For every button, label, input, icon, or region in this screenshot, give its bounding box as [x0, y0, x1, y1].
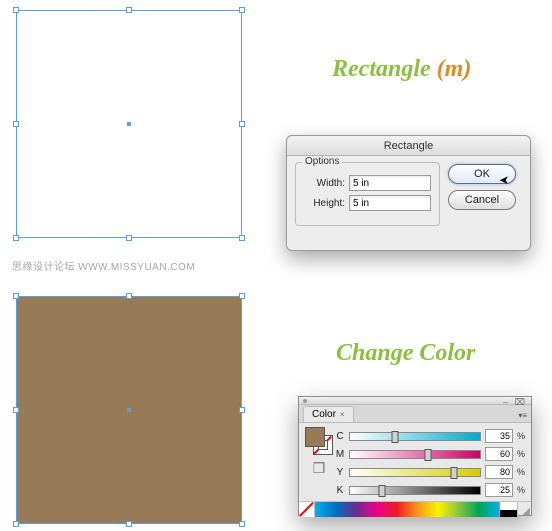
slider-m-track[interactable] — [349, 450, 481, 459]
slider-c-label: C — [335, 431, 345, 442]
resize-handle-br[interactable] — [239, 235, 245, 241]
height-label: Height: — [304, 198, 345, 209]
heading-rectangle-paren: (m) — [437, 56, 472, 82]
resize-handle-bl[interactable] — [13, 235, 19, 241]
center-point — [127, 408, 131, 412]
percent-label: % — [517, 431, 525, 441]
resize-handle-tr[interactable] — [239, 293, 245, 299]
percent-label: % — [517, 485, 525, 495]
width-input[interactable] — [349, 175, 431, 191]
resize-grip-icon[interactable]: ◢ — [517, 502, 531, 517]
percent-label: % — [517, 449, 525, 459]
resize-handle-bm[interactable] — [126, 521, 132, 527]
slider-y-thumb[interactable] — [450, 467, 457, 479]
options-group: Options Width: Height: — [295, 162, 440, 226]
resize-handle-tl[interactable] — [13, 7, 19, 13]
resize-handle-tm[interactable] — [126, 293, 132, 299]
fill-swatch[interactable] — [305, 427, 325, 447]
resize-handle-br[interactable] — [239, 521, 245, 527]
slider-m-label: M — [335, 449, 345, 460]
center-point — [127, 122, 131, 126]
slider-m-thumb[interactable] — [424, 449, 431, 461]
dialog-title: Rectangle — [287, 136, 530, 156]
selected-rectangle-empty[interactable] — [16, 10, 242, 238]
black-swatch[interactable] — [499, 510, 517, 518]
slider-y-label: Y — [335, 467, 345, 478]
resize-handle-mr[interactable] — [239, 407, 245, 413]
resize-handle-mr[interactable] — [239, 121, 245, 127]
panel-gripper[interactable]: – ⌧ — [299, 397, 531, 405]
cursor-icon: ➤ — [499, 173, 509, 187]
width-label: Width: — [304, 178, 345, 189]
resize-handle-tl[interactable] — [13, 293, 19, 299]
cancel-button-label: Cancel — [465, 194, 499, 206]
ok-button[interactable]: OK ➤ — [448, 164, 516, 184]
resize-handle-bm[interactable] — [126, 235, 132, 241]
selected-rectangle-filled[interactable] — [16, 296, 242, 524]
slider-y-track[interactable] — [349, 468, 481, 477]
height-input[interactable] — [349, 195, 431, 211]
ok-button-label: OK — [474, 168, 490, 180]
tab-color-label: Color — [312, 409, 336, 420]
resize-handle-ml[interactable] — [13, 121, 19, 127]
spectrum-bar[interactable] — [315, 502, 499, 517]
slider-row-k: K 25 % — [335, 483, 525, 497]
tab-color[interactable]: Color × — [303, 406, 354, 422]
panel-menu-icon[interactable]: ▾≡ — [518, 411, 527, 422]
cube-icon[interactable]: ❒ — [313, 461, 326, 475]
resize-handle-tm[interactable] — [126, 7, 132, 13]
percent-label: % — [517, 467, 525, 477]
color-panel: – ⌧ Color × ▾≡ ❒ C 35 % M 60 — [298, 396, 532, 516]
slider-k-thumb[interactable] — [379, 485, 386, 497]
slider-m-value[interactable]: 60 — [485, 447, 513, 461]
slider-row-c: C 35 % — [335, 429, 525, 443]
slider-row-m: M 60 % — [335, 447, 525, 461]
bw-swatches[interactable] — [499, 502, 517, 517]
watermark-text: 思缘设计论坛 WWW.MISSYUAN.COM — [12, 258, 195, 273]
panel-dot-icon — [303, 399, 307, 403]
none-swatch[interactable] — [299, 502, 315, 517]
slider-c-thumb[interactable] — [392, 431, 399, 443]
slider-c-value[interactable]: 35 — [485, 429, 513, 443]
slider-y-value[interactable]: 80 — [485, 465, 513, 479]
resize-handle-tr[interactable] — [239, 7, 245, 13]
fill-stroke-swatch[interactable] — [305, 427, 333, 455]
close-icon[interactable]: × — [340, 410, 345, 419]
slider-k-label: K — [335, 485, 345, 496]
resize-handle-bl[interactable] — [13, 521, 19, 527]
slider-row-y: Y 80 % — [335, 465, 525, 479]
rectangle-dialog: Rectangle Options Width: Height: OK ➤ Ca… — [286, 135, 531, 251]
slider-c-track[interactable] — [349, 432, 481, 441]
heading-rectangle: Rectangle (m) — [332, 56, 471, 83]
resize-handle-ml[interactable] — [13, 407, 19, 413]
heading-rectangle-word: Rectangle — [332, 56, 431, 82]
cancel-button[interactable]: Cancel — [448, 190, 516, 210]
slider-k-value[interactable]: 25 — [485, 483, 513, 497]
panel-controls[interactable]: – ⌧ — [503, 397, 527, 408]
options-legend: Options — [302, 156, 342, 167]
white-swatch[interactable] — [499, 502, 517, 510]
slider-k-track[interactable] — [349, 486, 481, 495]
heading-change-color: Change Color — [336, 340, 475, 367]
